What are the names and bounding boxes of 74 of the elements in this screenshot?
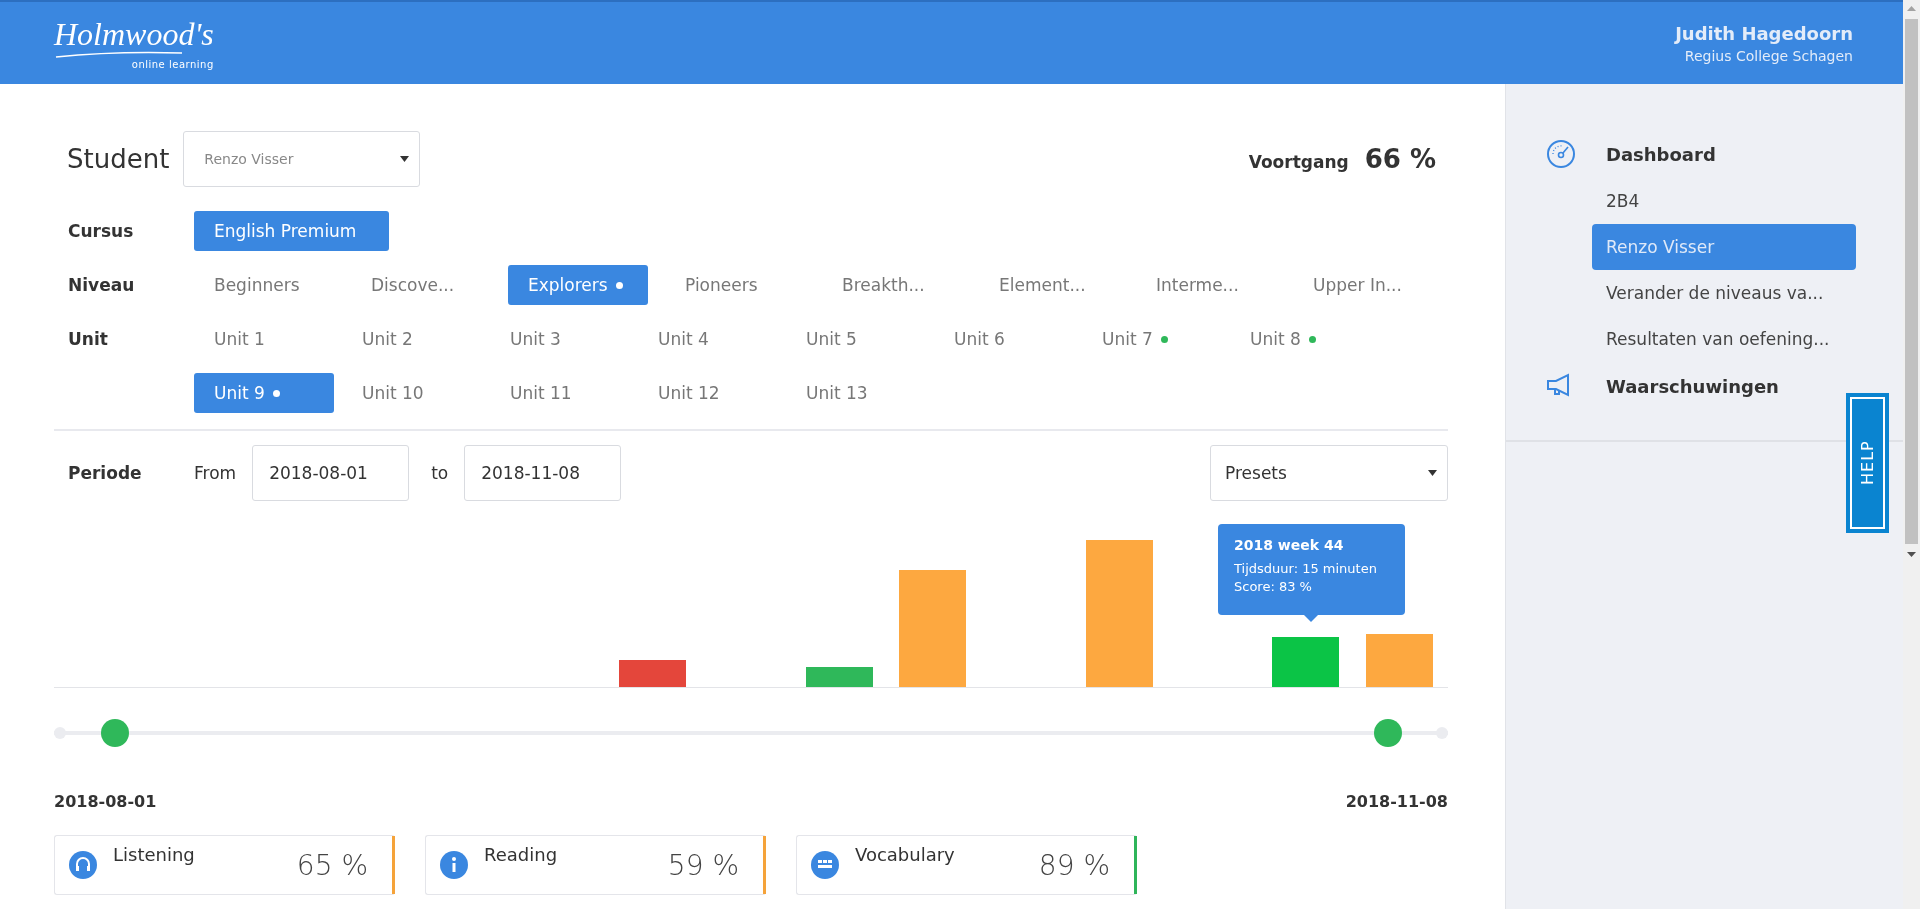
filter-tab[interactable]: Unit 6 [934,319,1074,359]
to-label: to [431,463,449,483]
range-handle[interactable] [1374,719,1403,747]
sidebar-section-link[interactable]: Dashboard [1606,143,1716,165]
scrollbar[interactable] [1903,0,1920,909]
progress-value: 66 % [1364,144,1436,174]
filter-tab[interactable]: Interme... [1136,265,1276,305]
user-name[interactable]: Judith Hagedoorn [1675,22,1853,44]
grid-icon [811,851,839,879]
filter-tab[interactable]: Unit 9 [194,373,334,413]
student-label: Student [67,144,170,174]
logo-subtitle: online learning [131,58,214,70]
filter-tab[interactable]: Unit 5 [786,319,926,359]
headphones-icon [69,851,97,879]
chart-bar[interactable] [619,660,686,687]
filter-tab[interactable]: Unit 1 [194,319,334,359]
filter-tab[interactable]: Upper In... [1293,265,1433,305]
presets-dropdown[interactable]: Presets [1210,445,1448,501]
card-title: Listening [113,844,196,865]
card-title: Reading [484,844,559,865]
user-school: Regius College Schagen [1684,47,1853,64]
from-date-field[interactable]: 2018-08-01 [252,445,410,501]
chart-bar[interactable] [1366,634,1433,687]
filter-tab[interactable]: Unit 11 [490,373,630,413]
card-value: 89 % [1038,848,1110,882]
filter-label: Cursus [68,220,135,243]
chart-bar[interactable] [1272,637,1339,687]
logo-title: Holmwood's [54,16,214,51]
start-date-label: 2018-08-01 [54,792,157,811]
chart-bar[interactable] [1086,540,1153,687]
sidebar-item[interactable]: Renzo Visser [1592,224,1856,270]
tooltip-line: Tijdsduur: 15 minuten [1234,560,1378,578]
filter-label: Unit [68,328,109,351]
scroll-thumb[interactable] [1905,19,1918,544]
logo-swoosh-icon [54,50,184,59]
tooltip-line: Score: 83 % [1234,578,1313,596]
caret-icon [1428,470,1437,476]
info-icon [440,851,468,879]
end-date-label: 2018-11-08 [1345,792,1448,811]
filter-tab[interactable]: Pioneers [665,265,805,305]
gauge-icon [1546,139,1576,169]
progress-label: Voortgang [1248,152,1349,172]
filter-tab[interactable]: Element... [979,265,1119,305]
filter-tab[interactable]: Unit 12 [638,373,778,413]
filter-tab[interactable]: Explorers [508,265,648,305]
range-handle[interactable] [101,719,130,747]
sidebar-section-link[interactable]: Waarschuwingen [1606,375,1779,397]
card-title: Vocabulary [855,844,956,865]
card-value: 65 % [296,848,368,882]
period-label: Periode [68,462,143,485]
filter-label: Niveau [68,274,136,297]
chart-bar[interactable] [806,667,873,687]
filter-tab[interactable]: Unit 4 [638,319,778,359]
filter-tab[interactable]: Discove... [351,265,491,305]
sidebar-item[interactable]: Resultaten van oefening... [1592,316,1856,362]
filter-tab[interactable]: Unit 13 [786,373,926,413]
filter-tab[interactable]: Unit 10 [342,373,482,413]
filter-tab[interactable]: Unit 7 [1082,319,1222,359]
sidebar-item[interactable]: 2B4 [1592,178,1856,224]
student-dropdown[interactable]: Renzo Visser [183,131,421,187]
sidebar-item[interactable]: Verander de niveaus va... [1592,270,1856,316]
help-button[interactable]: HELP [1846,393,1889,533]
card-value: 59 % [667,848,739,882]
filter-tab[interactable]: Unit 8 [1230,319,1370,359]
tooltip-title: 2018 week 44 [1234,537,1345,553]
filter-tab[interactable]: Beginners [194,265,334,305]
to-date-field[interactable]: 2018-11-08 [464,445,622,501]
filter-tab[interactable]: Unit 3 [490,319,630,359]
course-button[interactable]: English Premium [194,211,389,251]
caret-icon [400,156,410,162]
filter-tab[interactable]: Unit 2 [342,319,482,359]
chart-bar[interactable] [899,570,966,687]
from-label: From [194,463,237,483]
filter-tab[interactable]: Breakth... [822,265,962,305]
